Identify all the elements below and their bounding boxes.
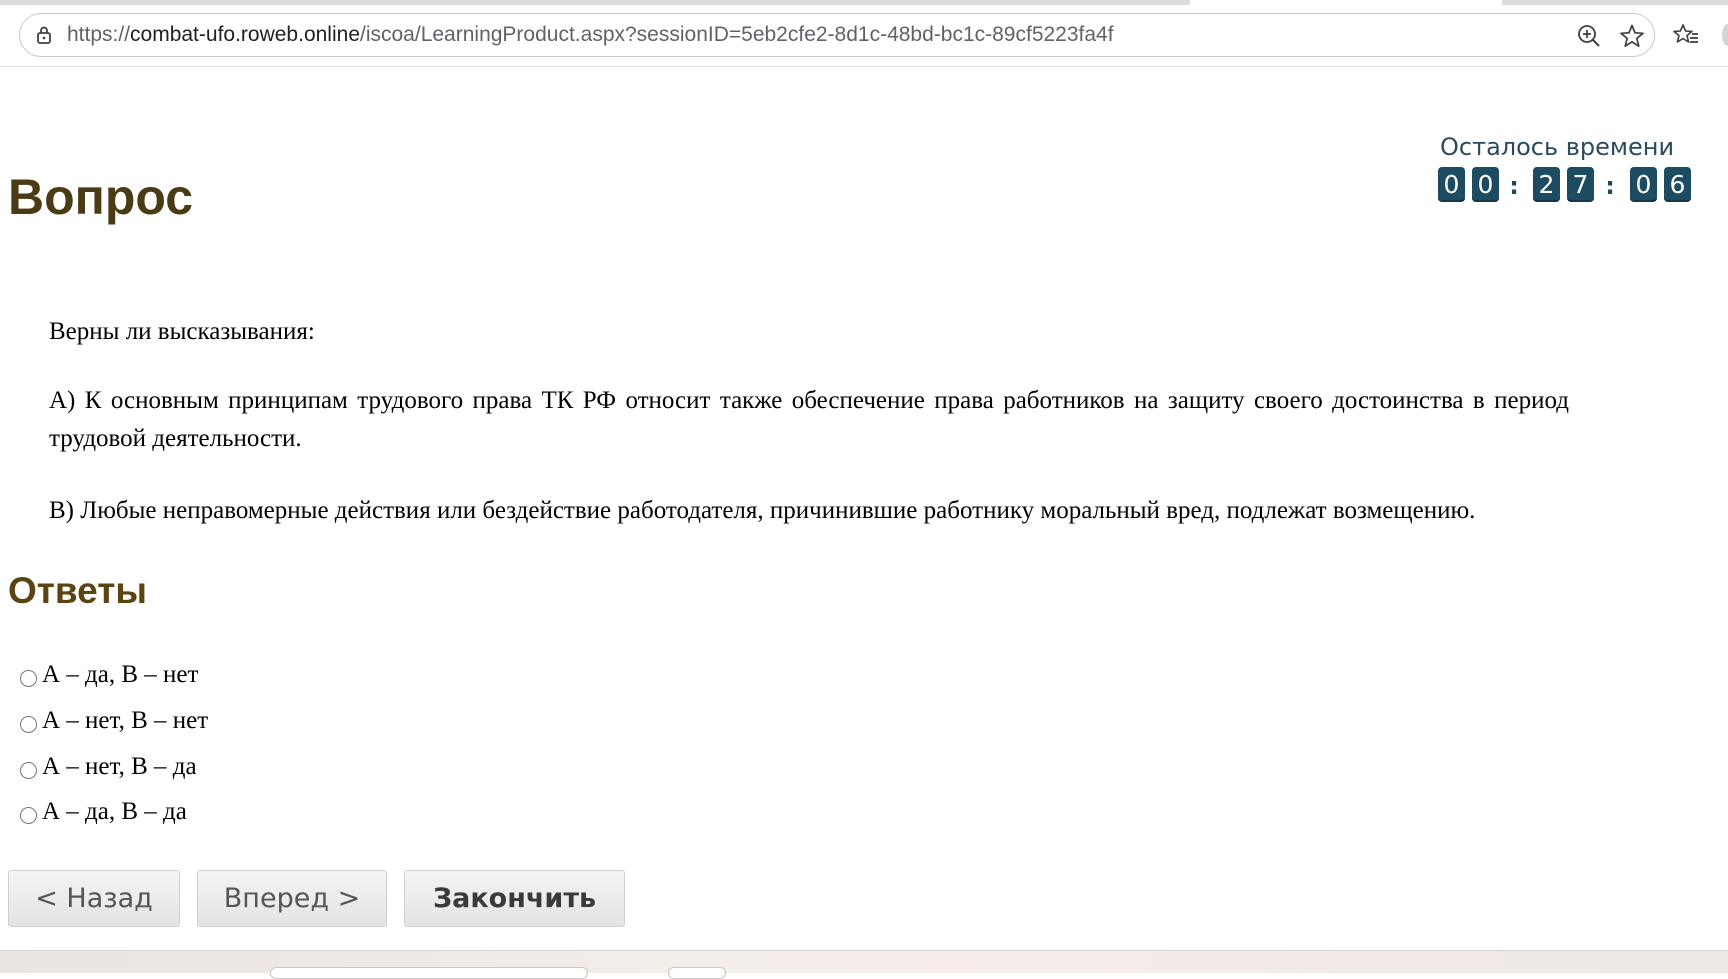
- question-intro: Верны ли высказывания:: [49, 318, 315, 345]
- finish-button[interactable]: Закончить: [404, 870, 625, 927]
- timer-digit: 0: [1630, 167, 1657, 202]
- answer-option-1[interactable]: А – да, В – нет: [20, 658, 198, 692]
- timer-digit: 7: [1567, 167, 1594, 202]
- timer-digit: 0: [1472, 167, 1499, 202]
- url-path: /iscoa/LearningProduct.aspx?sessionID=5e…: [360, 23, 1114, 46]
- taskbar-strip: [0, 950, 1728, 973]
- taskbar-button[interactable]: [668, 967, 726, 979]
- forward-button[interactable]: Вперед >: [197, 870, 387, 927]
- timer-digit: 0: [1438, 167, 1465, 202]
- timer-label: Осталось времени: [1440, 133, 1675, 161]
- question-statement-a: А) К основным принципам трудового права …: [49, 387, 1569, 452]
- back-button[interactable]: < Назад: [8, 870, 180, 927]
- browser-toolbar: https://combat-ufo.roweb.online/iscoa/Le…: [0, 0, 1728, 67]
- answer-label[interactable]: А – нет, В – нет: [42, 707, 208, 735]
- answers-heading: Ответы: [8, 570, 147, 611]
- timer-separator: :: [1605, 172, 1615, 200]
- zoom-icon[interactable]: [1576, 23, 1602, 49]
- tab-strip-edge: [0, 0, 1190, 5]
- radio-button[interactable]: [20, 761, 37, 779]
- url-host: combat-ufo.roweb.online: [130, 23, 360, 46]
- taskbar-search[interactable]: [270, 967, 588, 979]
- question-heading: Вопрос: [8, 169, 194, 225]
- profile-avatar[interactable]: [1722, 24, 1728, 46]
- timer-digit: 6: [1664, 167, 1691, 202]
- answer-label[interactable]: А – да, В – да: [42, 798, 187, 826]
- url-text[interactable]: https://combat-ufo.roweb.online/iscoa/Le…: [67, 14, 1114, 56]
- lock-icon[interactable]: [34, 25, 54, 45]
- answer-label[interactable]: А – да, В – нет: [42, 661, 198, 689]
- radio-button[interactable]: [20, 806, 37, 824]
- url-prefix: https://: [67, 23, 131, 46]
- radio-button[interactable]: [20, 715, 37, 733]
- address-bar[interactable]: https://combat-ufo.roweb.online/iscoa/Le…: [19, 13, 1655, 57]
- star-icon[interactable]: [1619, 23, 1645, 49]
- answer-option-3[interactable]: А – нет, В – да: [20, 750, 197, 784]
- timer-separator: :: [1509, 172, 1519, 200]
- tab-strip-edge-right: [1502, 0, 1728, 5]
- favorites-icon[interactable]: [1673, 22, 1699, 48]
- radio-button[interactable]: [20, 669, 37, 687]
- answer-option-2[interactable]: А – нет, В – нет: [20, 704, 208, 738]
- answer-label[interactable]: А – нет, В – да: [42, 753, 197, 781]
- question-statement-b: В) Любые неправомерные действия или безд…: [49, 497, 1476, 524]
- answer-option-4[interactable]: А – да, В – да: [20, 795, 187, 829]
- timer-digit: 2: [1533, 167, 1560, 202]
